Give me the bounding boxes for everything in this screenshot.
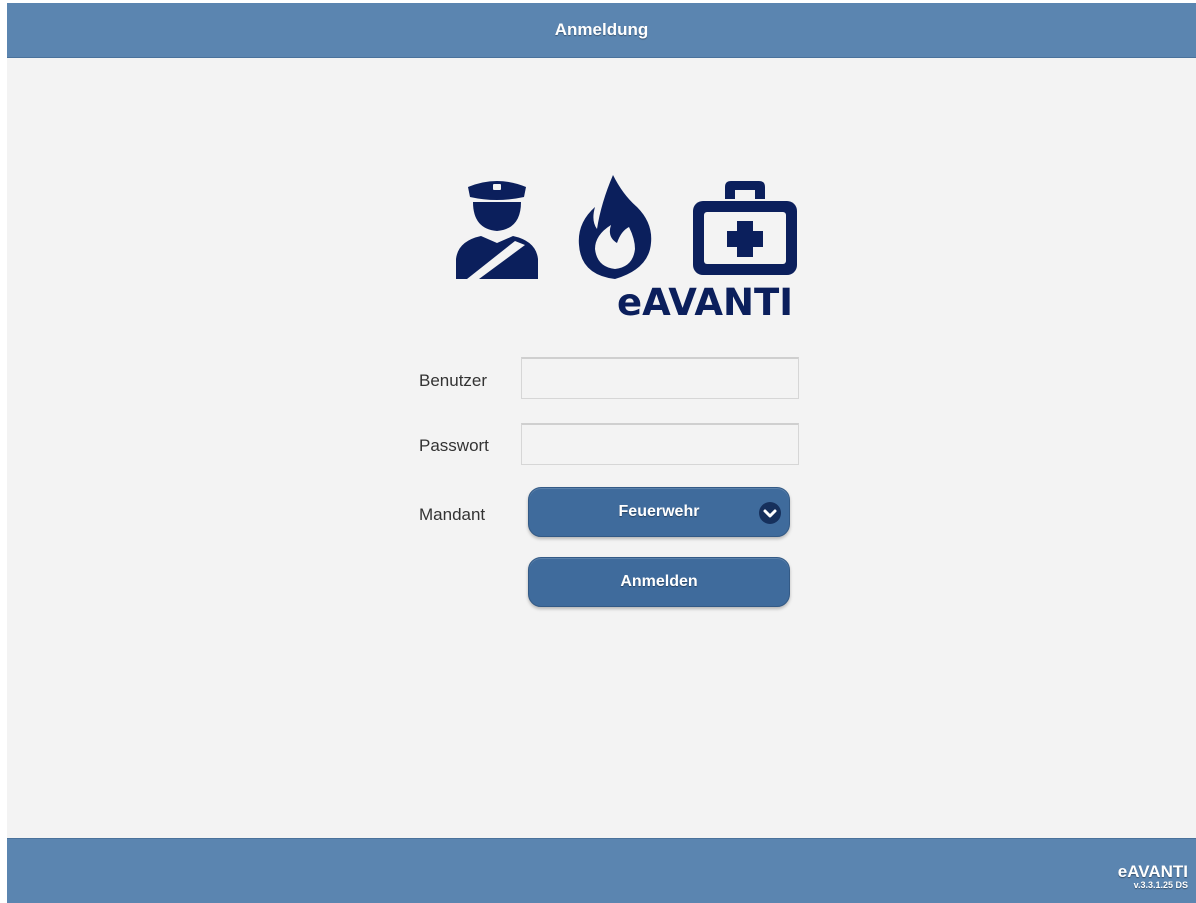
fire-icon	[578, 175, 652, 279]
user-label: Benutzer	[419, 371, 488, 390]
app-window: Anmeldung eAVANTI Benutzer Passwort Mand…	[7, 3, 1196, 903]
footer-brand-name: eAVANTI	[1117, 862, 1188, 881]
footer-bar: eAVANTI v.3.3.1.25 DS	[7, 838, 1196, 903]
first-aid-kit-icon	[693, 181, 797, 275]
client-select-value: Feuerwehr	[618, 503, 700, 520]
logo-text: eAVANTI	[617, 281, 793, 324]
password-input[interactable]	[521, 423, 799, 465]
chevron-down-icon	[759, 502, 781, 524]
client-label: Mandant	[419, 505, 486, 524]
password-label: Passwort	[419, 436, 489, 455]
eavanti-logo: eAVANTI	[443, 169, 797, 324]
footer-brand: eAVANTI v.3.3.1.25 DS	[1118, 863, 1188, 891]
police-officer-icon	[456, 181, 538, 279]
page-title: Anmeldung	[7, 3, 1196, 58]
login-button[interactable]: Anmelden	[528, 557, 790, 607]
user-input[interactable]	[521, 357, 799, 399]
client-select[interactable]: Feuerwehr	[528, 487, 790, 537]
footer-version: v.3.3.1.25 DS	[1133, 880, 1188, 890]
